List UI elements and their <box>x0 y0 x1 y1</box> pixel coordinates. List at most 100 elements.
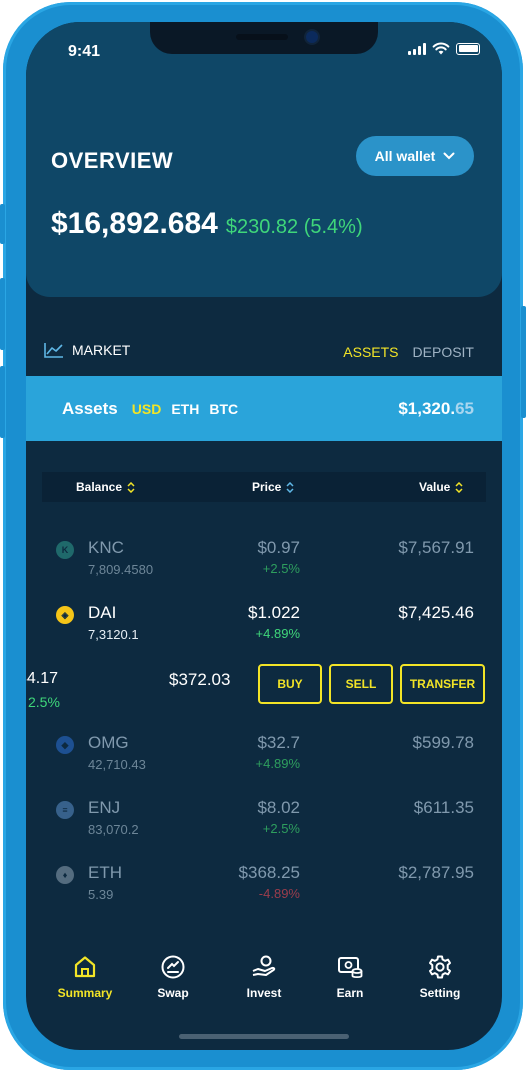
coin-symbol: DAI <box>88 603 117 622</box>
chevron-down-icon <box>443 152 455 160</box>
swiped-price-partial: 34.17 <box>26 670 59 687</box>
assets-title: Assets <box>62 398 118 418</box>
coin-symbol: ENJ <box>88 798 121 817</box>
market-tab[interactable]: MARKET <box>44 342 130 358</box>
signal-icon <box>408 42 426 55</box>
coin-price: $1.022 <box>248 603 300 622</box>
coin-balance: 83,070.2 <box>88 822 139 837</box>
wallet-selector-label: All wallet <box>374 148 436 164</box>
coin-price: $8.02 <box>257 798 300 817</box>
coin-balance: 5.39 <box>88 887 114 902</box>
table-row[interactable]: ≡ ENJ 83,070.2 $8.02 +2.5% $611.35 <box>26 798 502 848</box>
sort-icon <box>286 481 294 493</box>
table-header: Balance Price Value <box>42 472 486 502</box>
coin-value: $7,425.46 <box>398 603 474 622</box>
invest-icon <box>252 955 276 976</box>
currency-btc[interactable]: BTC <box>209 401 238 417</box>
coin-change: +2.5% <box>262 821 300 836</box>
power-button <box>521 306 526 418</box>
volume-down-button <box>0 366 5 438</box>
assets-bar: Assets USD ETH BTC $1,320.65 <box>26 376 502 441</box>
gear-icon <box>429 955 451 979</box>
tab-deposit[interactable]: DEPOSIT <box>413 344 474 360</box>
coin-symbol: OMG <box>88 733 129 752</box>
battery-icon <box>456 42 480 55</box>
swap-icon <box>161 955 185 979</box>
header-price: Price <box>252 480 282 494</box>
table-row[interactable]: ♦ ETH 5.39 $368.25 -4.89% $2,787.95 <box>26 863 502 913</box>
swiped-value: $372.03 <box>169 670 231 689</box>
coin-change: +4.89% <box>255 756 300 771</box>
coin-change: +2.5% <box>262 561 300 576</box>
sort-price[interactable]: Price <box>252 480 294 494</box>
currency-eth[interactable]: ETH <box>171 401 199 417</box>
status-time: 9:41 <box>68 43 101 60</box>
nav-setting[interactable]: Setting <box>405 954 475 1000</box>
coin-symbol: ETH <box>88 863 122 882</box>
coin-price: $368.25 <box>238 863 300 882</box>
nav-summary-label: Summary <box>57 986 113 1000</box>
overview-title: OVERVIEW <box>51 148 174 173</box>
status-icons <box>408 42 480 55</box>
assets-total-main: $1,320. <box>398 398 456 418</box>
sort-icon <box>455 481 463 493</box>
sort-balance[interactable]: Balance <box>76 480 135 494</box>
nav-summary[interactable]: Summary <box>50 954 120 1000</box>
sort-icon <box>127 481 135 493</box>
coin-value: $2,787.95 <box>398 863 474 882</box>
earn-icon <box>338 957 363 979</box>
asset-tabs: ASSETS DEPOSIT <box>343 344 474 360</box>
enj-coin-icon: ≡ <box>56 801 74 819</box>
volume-up-button <box>0 278 5 350</box>
swiped-table-row[interactable]: 34.17 2.5% $372.03 BUY SELL TRANSFER <box>26 662 502 718</box>
knc-coin-icon: K <box>56 541 74 559</box>
header-value: Value <box>419 480 451 494</box>
home-indicator[interactable] <box>179 1034 349 1039</box>
nav-invest-label: Invest <box>246 986 282 1000</box>
coin-symbol: KNC <box>88 538 124 557</box>
nav-invest[interactable]: Invest <box>229 954 299 1000</box>
coin-balance: 7,3120.1 <box>88 627 139 642</box>
table-row[interactable]: ◆ OMG 42,710.43 $32.7 +4.89% $599.78 <box>26 733 502 783</box>
assets-total: $1,320.65 <box>398 399 474 419</box>
wallet-selector-button[interactable]: All wallet <box>356 136 474 176</box>
market-tab-label: MARKET <box>72 342 131 358</box>
chart-line-icon <box>44 343 63 358</box>
coin-value: $611.35 <box>413 798 474 817</box>
coin-balance: 7,809.4580 <box>88 562 154 577</box>
mute-switch <box>0 204 5 244</box>
transfer-button[interactable]: TRANSFER <box>400 664 485 704</box>
coin-value: $7,567.91 <box>398 538 474 557</box>
sort-value[interactable]: Value <box>419 480 463 494</box>
nav-earn-label: Earn <box>336 986 364 1000</box>
app-screen: 9:41 OVERVIEW All wallet $16,892.684 $23… <box>26 22 502 1050</box>
eth-coin-icon: ♦ <box>56 866 74 884</box>
header-balance: Balance <box>76 480 123 494</box>
dai-coin-icon: ◈ <box>56 606 74 624</box>
currency-usd[interactable]: USD <box>132 401 162 417</box>
coin-balance: 42,710.43 <box>88 757 146 772</box>
table-row[interactable]: K KNC 7,809.4580 $0.97 +2.5% $7,567.91 <box>26 538 502 588</box>
nav-earn[interactable]: Earn <box>315 954 385 1000</box>
coin-price: $0.97 <box>257 538 300 557</box>
omg-coin-icon: ◆ <box>56 736 74 754</box>
home-icon <box>74 956 96 978</box>
coin-change: -4.89% <box>258 886 300 901</box>
balance-change: $230.82 (5.4%) <box>225 216 363 238</box>
nav-setting-label: Setting <box>419 986 461 1000</box>
tab-assets[interactable]: ASSETS <box>343 344 398 360</box>
swiped-change-partial: 2.5% <box>28 694 60 710</box>
assets-total-decimals: 65 <box>455 398 474 418</box>
nav-swap-label: Swap <box>157 986 189 1000</box>
nav-swap[interactable]: Swap <box>138 954 208 1000</box>
speaker <box>236 34 288 40</box>
table-row[interactable]: ◈ DAI 7,3120.1 $1.022 +4.89% $7,425.46 <box>26 603 502 653</box>
balance-row: $16,892.684 $230.82 (5.4%) <box>51 207 363 241</box>
coin-value: $599.78 <box>412 733 474 752</box>
coin-price: $32.7 <box>257 733 300 752</box>
coin-change: +4.89% <box>255 626 300 641</box>
bottom-nav: Summary Swap Invest Earn Setting <box>26 954 502 1024</box>
total-balance: $16,892.684 <box>51 207 218 240</box>
sell-button[interactable]: SELL <box>329 664 393 704</box>
buy-button[interactable]: BUY <box>258 664 322 704</box>
